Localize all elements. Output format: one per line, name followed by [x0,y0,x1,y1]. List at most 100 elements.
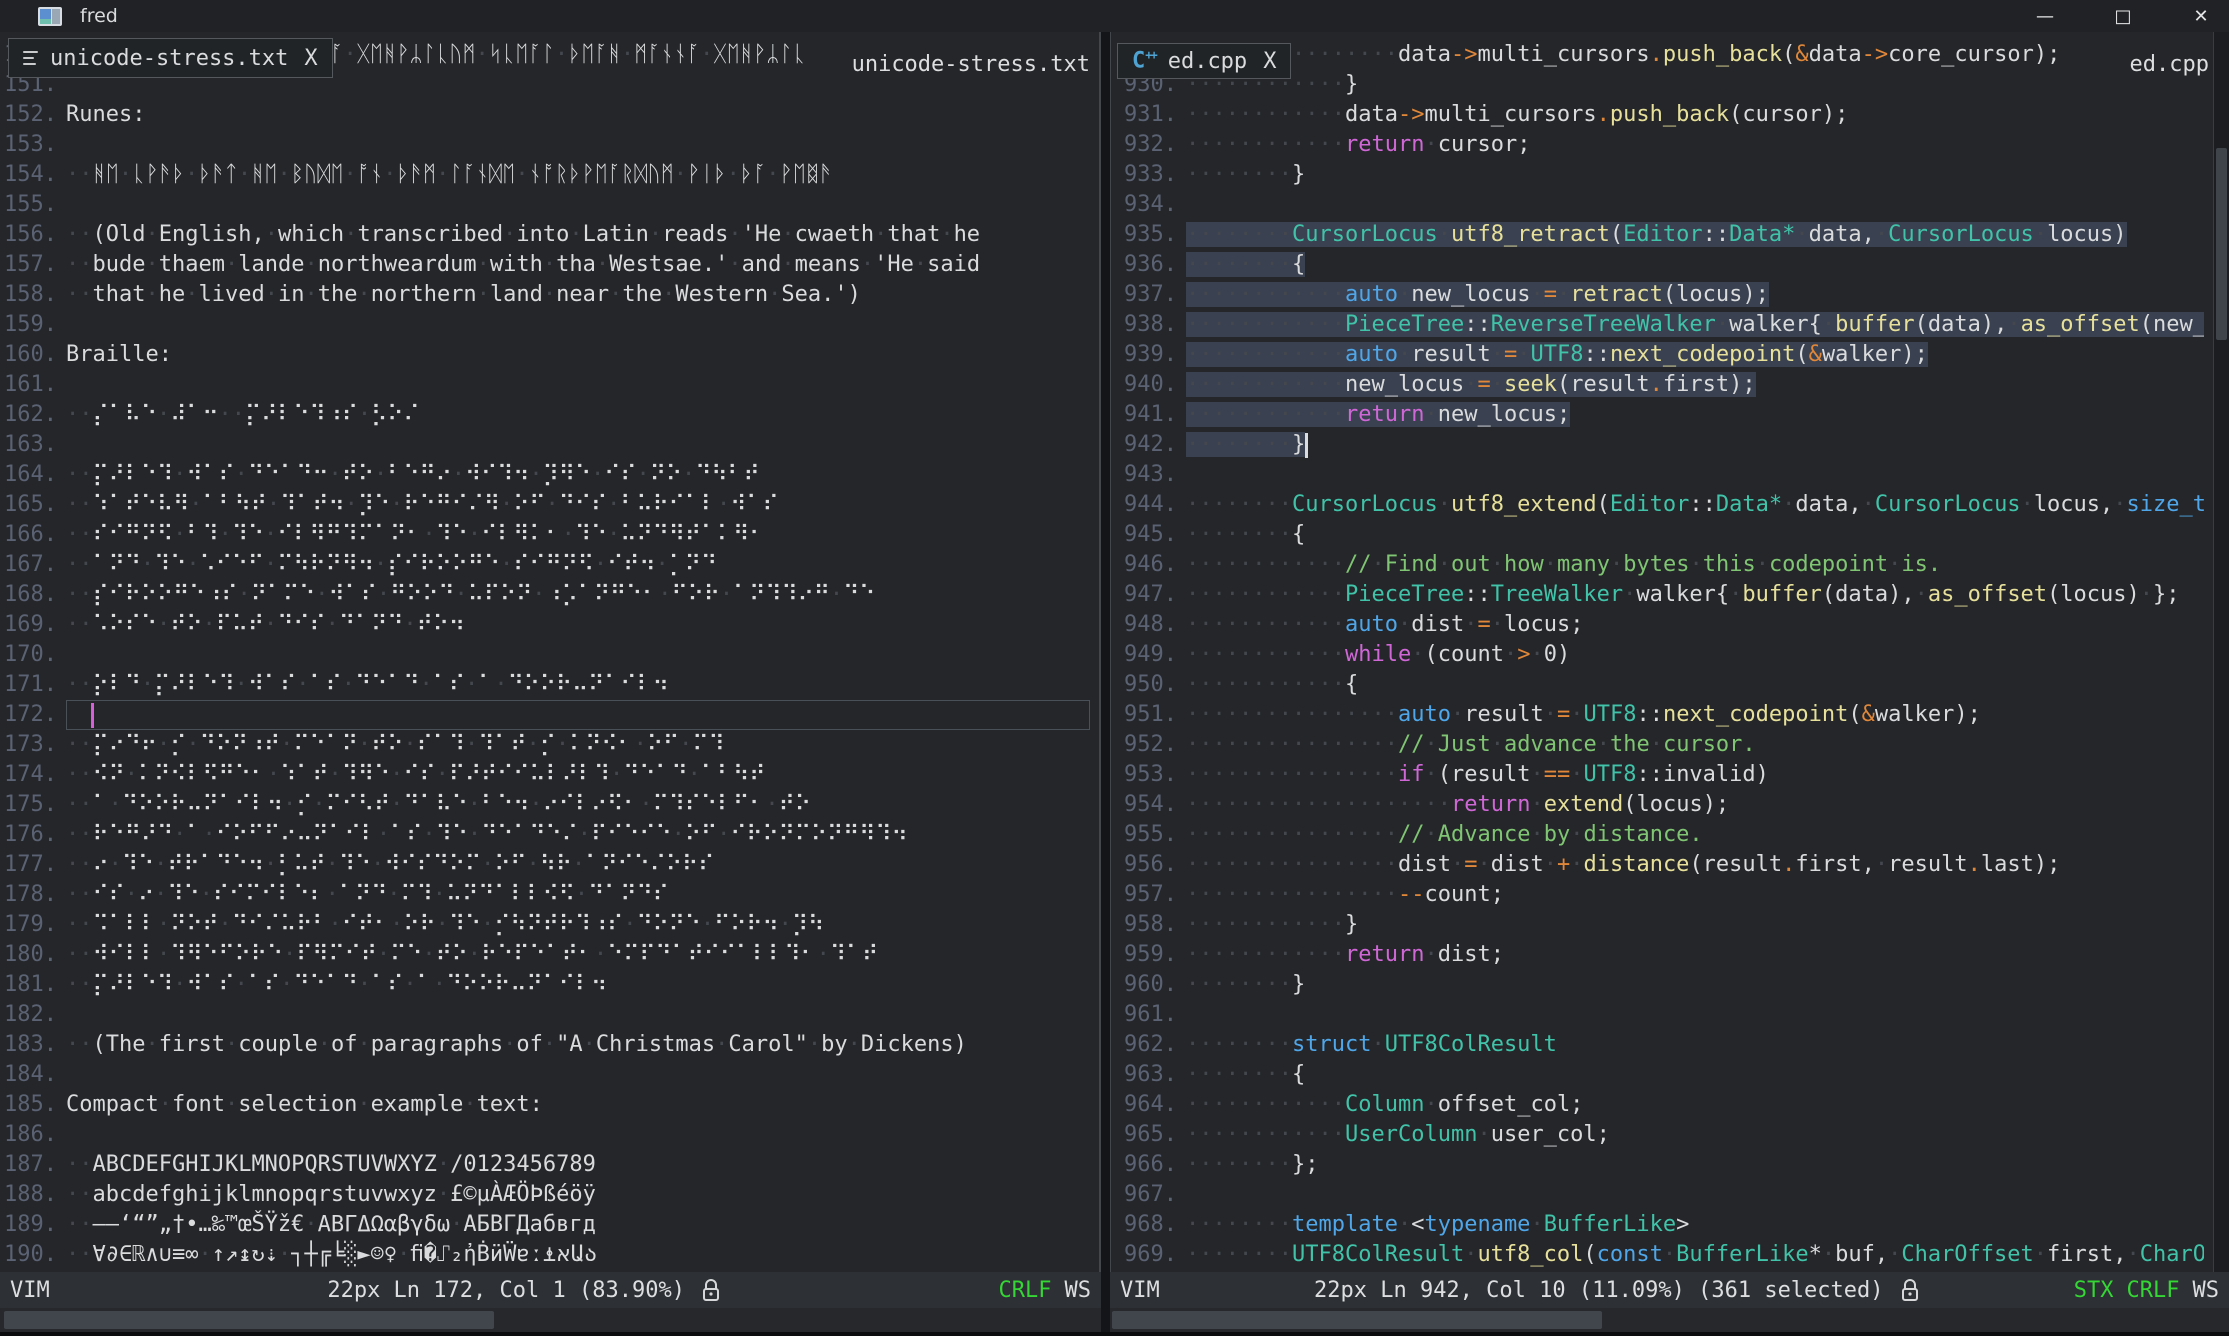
code-line[interactable]: 175.··⠁·⠙⠕⠕⠗⠤⠝⠁⠊⠇⠲·⡊·⠍⠊⠣⠞·⠙⠁⠧⠑·⠃⠑⠲·⠔⠊⠇⠔⠫… [0,790,1099,820]
scrollbar-thumb[interactable] [2216,148,2227,340]
code-line[interactable]: 187.··ABCDEFGHIJKLMNOPQRSTUVWXYZ·/012345… [0,1150,1099,1180]
code-line[interactable]: 953.················if·(result·==·UTF8::… [1111,760,2213,790]
code-line[interactable]: 167.··⠁⠝⠙·⠹⠑·⠡⠊⠑⠋·⠍⠳⠗⠝⠻⠲·⡎⠊⠗⠕⠕⠛⠑·⠎⠊⠛⠝⠫·⠊… [0,550,1099,580]
code-line[interactable]: 942.········} [1111,430,2213,460]
code-line[interactable]: 968.········template·<typename·BufferLik… [1111,1210,2213,1240]
minimize-button[interactable]: — [2031,6,2059,27]
code-line[interactable]: 178.··⠊⠎·⠔·⠹⠑·⠎⠊⠍⠊⠇⠑⠆·⠁⠝⠙·⠍⠹·⠥⠝⠙⠁⠇⠇⠪⠫·⠙⠁… [0,880,1099,910]
code-line[interactable]: 166.··⠎⠊⠛⠝⠫·⠃⠹·⠹⠑·⠊⠇⠻⠛⠹⠍⠁⠝⠂·⠹⠑·⠊⠇⠻⠅⠂·⠹⠑·… [0,520,1099,550]
code-line[interactable]: 935.········CursorLocus·utf8_retract(Edi… [1111,220,2213,250]
code-line[interactable]: 190.··∀∂∈ℝ∧∪≡∞·↑↗↨↻⇣·┐┼╔╘░►☺♀·ﬁ�⑀₂ἠḂӥẄɐː… [0,1240,1099,1270]
code-line[interactable]: 945.········{ [1111,520,2213,550]
tab-close-icon[interactable]: X [1263,49,1276,74]
left-horizontal-scrollbar[interactable] [0,1308,1101,1332]
tab-close-icon[interactable]: X [304,46,317,71]
code-line[interactable]: 152.Runes: [0,100,1099,130]
code-line[interactable]: 173.··⡍⠔⠙⠖·⡊·⠙⠕⠝⠰⠞·⠍⠑⠁⠝·⠞⠕·⠎⠁⠹·⠹⠁⠞·⡊·⠅⠝⠪… [0,730,1099,760]
code-line[interactable]: 177.··⠔·⠹⠑·⠞⠗⠁⠙⠑⠲·⡃⠥⠞·⠹⠑·⠺⠊⠎⠙⠕⠍·⠕⠋·⠳⠗·⠁⠝… [0,850,1099,880]
code-line[interactable]: 183.··(The·first·couple·of·paragraphs·of… [0,1030,1099,1060]
code-line[interactable]: 171.··⡕⠇⠙·⡍⠜⠇⠑⠹·⠺⠁⠎·⠁⠎·⠙⠑⠁⠙·⠁⠎·⠁·⠙⠕⠕⠗⠤⠝⠁… [0,670,1099,700]
line-number: 958. [1111,910,1177,940]
code-line[interactable]: 176.··⠗⠑⠛⠜⠙·⠁·⠊⠕⠋⠋⠔⠤⠝⠁⠊⠇·⠁⠎·⠹⠑·⠙⠑⠁⠙⠑⠌·⠏⠊… [0,820,1099,850]
code-line[interactable]: 938.············PieceTree::ReverseTreeWa… [1111,310,2213,340]
code-line[interactable]: 960.········} [1111,970,2213,1000]
code-line[interactable]: 952.················//·Just·advance·the·… [1111,730,2213,760]
code-line[interactable]: 962.········struct·UTF8ColResult [1111,1030,2213,1060]
close-button[interactable]: ✕ [2187,6,2215,27]
code-line[interactable]: 941.············return·new_locus; [1111,400,2213,430]
right-horizontal-scrollbar[interactable] [1110,1308,2229,1332]
code-line[interactable]: 959.············return·dist; [1111,940,2213,970]
code-line[interactable]: 967. [1111,1180,2213,1210]
code-line[interactable]: 186. [0,1120,1099,1150]
code-line[interactable]: 964.············Column·offset_col; [1111,1090,2213,1120]
code-line[interactable]: 169.··⠡⠕⠎⠑·⠞⠕·⠏⠥⠞·⠙⠊⠎·⠙⠁⠝⠙·⠞⠕⠲ [0,610,1099,640]
code-line[interactable]: 944.········CursorLocus·utf8_extend(Edit… [1111,490,2213,520]
code-line[interactable]: 958.············} [1111,910,2213,940]
code-line[interactable]: 184. [0,1060,1099,1090]
code-line[interactable]: 969.········UTF8ColResult·utf8_col(const… [1111,1240,2213,1270]
line-text: Braille: [66,340,1090,370]
code-line[interactable]: 188.··abcdefghijklmnopqrstuvwxyz·£©µÀÆÖÞ… [0,1180,1099,1210]
scrollbar-thumb[interactable] [1112,1311,1602,1329]
code-line[interactable]: 156.··(Old·English,·which·transcribed·in… [0,220,1099,250]
line-text: ············} [1186,70,2204,100]
code-line[interactable]: 936.········{ [1111,250,2213,280]
scrollbar-thumb[interactable] [4,1311,494,1329]
code-line[interactable]: 932.············return·cursor; [1111,130,2213,160]
left-editor[interactable]: 150.··ᚠᛇᚻ·ᛒᛦᚦ·ᚠᚱᚩᚠᚢᚱ·ᚠᛁᚱᚪ·ᚷᛖᚻᚹᛦᛚᚳᚢᛗ·ᛋᚳᛖᚪ… [0,32,1101,1272]
pane-divider[interactable] [1101,32,1110,1336]
right-editor[interactable]: 929.················data->multi_cursors.… [1110,32,2214,1272]
right-vertical-scrollbar[interactable] [2214,32,2229,1272]
code-line[interactable]: 162.··⡌⠁⠧⠑·⠼⠁⠒··⡍⠜⠇⠑⠹⠰⠎·⡣⠕⠌ [0,400,1099,430]
code-line[interactable]: 961. [1111,1000,2213,1030]
code-line[interactable]: 950.············{ [1111,670,2213,700]
line-number: 962. [1111,1030,1177,1060]
code-line[interactable]: 160.Braille: [0,340,1099,370]
code-line[interactable]: 956.················dist·=·dist·+·distan… [1111,850,2213,880]
code-line[interactable]: 179.··⠩⠁⠇⠇·⠝⠕⠞·⠙⠊⠌⠥⠗⠃·⠊⠞⠂·⠕⠗·⠹⠑·⡊⠳⠝⠞⠗⠹⠰⠎… [0,910,1099,940]
code-line[interactable]: 163. [0,430,1099,460]
code-line[interactable]: 955.················//·Advance·by·distan… [1111,820,2213,850]
code-line[interactable]: 161. [0,370,1099,400]
code-line[interactable]: 963.········{ [1111,1060,2213,1090]
maximize-button[interactable]: □ [2109,6,2137,27]
code-line[interactable]: 164.··⡍⠜⠇⠑⠹·⠺⠁⠎·⠙⠑⠁⠙⠒·⠞⠕·⠃⠑⠛⠔·⠺⠊⠹⠲·⡹⠻⠑·⠊… [0,460,1099,490]
line-text: ··abcdefghijklmnopqrstuvwxyz·£©µÀÆÖÞßéöÿ [66,1180,1090,1210]
code-line[interactable]: 182. [0,1000,1099,1030]
code-line[interactable]: 158.··that·he·lived·in·the·northern·land… [0,280,1099,310]
code-line[interactable]: 937.············auto·new_locus·=·retract… [1111,280,2213,310]
code-line[interactable]: 966.········}; [1111,1150,2213,1180]
tab-unicode-stress[interactable]: unicode-stress.txt X [8,38,333,78]
line-number: 164. [0,460,57,490]
code-line[interactable]: 157.··bude·thaem·lande·northweardum·with… [0,250,1099,280]
code-line[interactable]: 155. [0,190,1099,220]
code-line[interactable]: 957.················--count; [1111,880,2213,910]
code-line[interactable]: 174.··⠪⠝·⠅⠝⠪⠇⠫⠛⠑⠂·⠱⠁⠞·⠹⠻⠑·⠊⠎·⠏⠜⠞⠊⠊⠥⠇⠜⠇⠹·… [0,760,1099,790]
code-line[interactable]: 947.············PieceTree::TreeWalker·wa… [1111,580,2213,610]
code-line[interactable]: 951.················auto·result·=·UTF8::… [1111,700,2213,730]
tab-ed-cpp[interactable]: C++ ed.cpp X [1117,43,1291,79]
code-line[interactable]: 154.··ᚻᛖ·ᚳᚹᚫᚦ·ᚦᚫᛏ·ᚻᛖ·ᛒᚢᛞᛖ·ᚩᚾ·ᚦᚫᛗ·ᛚᚪᚾᛞᛖ·ᚾ… [0,160,1099,190]
code-line[interactable]: 931.············data->multi_cursors.push… [1111,100,2213,130]
code-line[interactable]: 189.··–—‘“”„†•…‰™œŠŸž€·ΑΒΓΔΩαβγδω·АБВГДа… [0,1210,1099,1240]
code-line[interactable]: 185.Compact·font·selection·example·text: [0,1090,1099,1120]
code-line[interactable]: 180.··⠺⠊⠇⠇·⠹⠻⠑⠋⠕⠗⠑·⠏⠻⠍⠊⠞·⠍⠑·⠞⠕·⠗⠑⠏⠑⠁⠞⠂·⠑… [0,940,1099,970]
code-line[interactable]: 954.····················return·extend(lo… [1111,790,2213,820]
code-line[interactable]: 965.············UserColumn·user_col; [1111,1120,2213,1150]
code-line[interactable]: 165.··⠱⠁⠞⠑⠧⠻·⠁⠃⠳⠞·⠹⠁⠞⠲·⡹⠑·⠗⠑⠛⠊⠌⠻·⠕⠋·⠙⠊⠎·… [0,490,1099,520]
code-line[interactable]: 168.··⡎⠊⠗⠕⠕⠛⠑⠰⠎·⠝⠁⠍⠑·⠺⠁⠎·⠛⠕⠕⠙·⠥⠏⠕⠝·⠰⡡⠁⠝⠛… [0,580,1099,610]
code-line[interactable]: 943. [1111,460,2213,490]
code-line[interactable]: 933.········} [1111,160,2213,190]
code-line[interactable]: 934. [1111,190,2213,220]
code-line[interactable]: 949.············while·(count·>·0) [1111,640,2213,670]
code-line[interactable]: 948.············auto·dist·=·locus; [1111,610,2213,640]
code-line[interactable]: 946.············//·Find·out·how·many·byt… [1111,550,2213,580]
code-line[interactable]: 170. [0,640,1099,670]
code-line[interactable]: 181.··⡍⠜⠇⠑⠹·⠺⠁⠎·⠁⠎·⠙⠑⠁⠙·⠁⠎·⠁·⠙⠕⠕⠗⠤⠝⠁⠊⠇⠲ [0,970,1099,1000]
code-line[interactable]: 172. [0,700,1099,730]
code-line[interactable]: 159. [0,310,1099,340]
code-line[interactable]: 940.············new_locus·=·seek(result.… [1111,370,2213,400]
code-line[interactable]: 153. [0,130,1099,160]
code-line[interactable]: 939.············auto·result·=·UTF8::next… [1111,340,2213,370]
